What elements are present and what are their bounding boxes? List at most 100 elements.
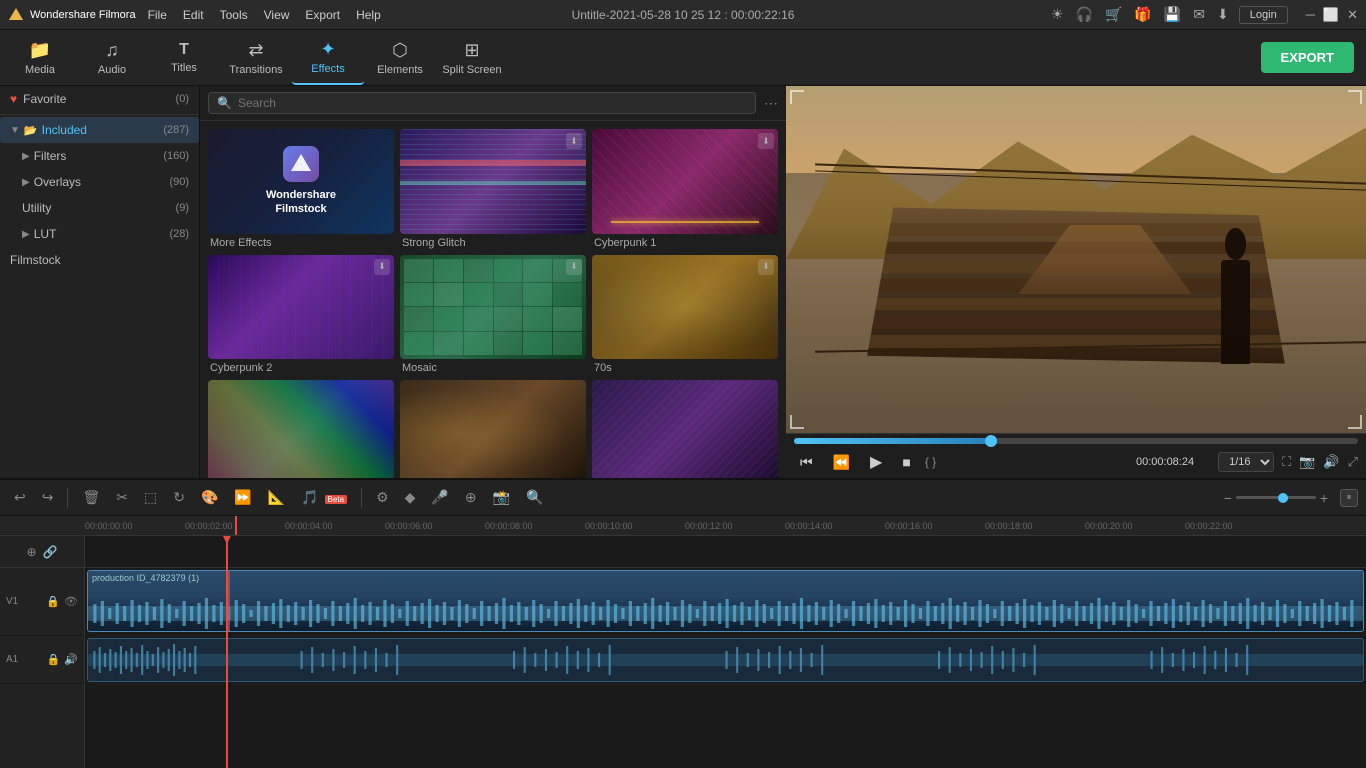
zoom-slider[interactable] bbox=[1236, 496, 1316, 499]
toolbar-elements[interactable]: ⬡ Elements bbox=[364, 31, 436, 85]
panel-overlays[interactable]: ▶ Overlays (90) bbox=[0, 169, 199, 195]
overlays-label: Overlays bbox=[34, 175, 166, 189]
panel-filmstock[interactable]: Filmstock bbox=[0, 247, 199, 273]
screenshot-icon[interactable]: 📷 bbox=[1299, 454, 1315, 470]
speed-button[interactable]: ⏩ bbox=[228, 486, 257, 509]
effect-mosaic[interactable]: ⬇ Mosaic bbox=[400, 255, 586, 375]
preview-progress-bar[interactable] bbox=[794, 438, 1358, 444]
redo-button[interactable]: ↪ bbox=[36, 486, 60, 509]
toolbar-media[interactable]: 📁 Media bbox=[4, 31, 76, 85]
track-label-icons-a1: 🔒 🔊 bbox=[47, 653, 78, 666]
cut-button[interactable]: ✂ bbox=[110, 486, 134, 509]
step-back-button[interactable]: ⏮ bbox=[794, 452, 819, 473]
save-icon[interactable]: 💾 bbox=[1164, 6, 1181, 23]
ruler-mark-3: 00:00:06:00 bbox=[385, 521, 433, 531]
ruler-mark-5: 00:00:10:00 bbox=[585, 521, 633, 531]
effect-thumb-8 bbox=[400, 380, 586, 478]
effect-strong-glitch[interactable]: ⬇ Strong Glitch bbox=[400, 129, 586, 249]
effects-icon: ✦ bbox=[320, 39, 335, 60]
track-label-video1: V1 🔒 👁 bbox=[0, 568, 84, 636]
panel-included[interactable]: ▼ 📂 Included (287) bbox=[0, 117, 199, 143]
lock-icon[interactable]: 🔒 bbox=[46, 595, 60, 608]
audio-lock-icon[interactable]: 🔒 bbox=[47, 653, 61, 666]
effect-7[interactable] bbox=[208, 380, 394, 478]
cart-icon[interactable]: 🛒 bbox=[1105, 6, 1122, 23]
utility-count: (9) bbox=[176, 202, 189, 214]
effect-8[interactable] bbox=[400, 380, 586, 478]
zoom-plus-icon[interactable]: + bbox=[1320, 490, 1328, 506]
toolbar-split-screen[interactable]: ⊞ Split Screen bbox=[436, 31, 508, 85]
keyframe-button[interactable]: ◆ bbox=[399, 486, 422, 509]
play-button[interactable]: ▶ bbox=[864, 450, 888, 474]
snap-icon[interactable]: ⊕ bbox=[26, 545, 36, 559]
minimize-button[interactable]: ─ bbox=[1306, 7, 1315, 22]
ruler-mark-6: 00:00:12:00 bbox=[685, 521, 733, 531]
menu-edit[interactable]: Edit bbox=[183, 8, 204, 22]
maximize-button[interactable]: ⬜ bbox=[1323, 7, 1339, 23]
grid-view-icon[interactable]: ⋯ bbox=[764, 95, 778, 112]
menu-export[interactable]: Export bbox=[305, 8, 340, 22]
crop-button[interactable]: ⬚ bbox=[138, 486, 163, 509]
close-button[interactable]: ✕ bbox=[1347, 7, 1358, 23]
effect-70s[interactable]: ⬇ 70s bbox=[592, 255, 778, 375]
menu-view[interactable]: View bbox=[264, 8, 290, 22]
menu-file[interactable]: File bbox=[148, 8, 167, 22]
search-input[interactable] bbox=[238, 96, 747, 110]
transform-button[interactable]: ↻ bbox=[167, 486, 191, 509]
undo-button[interactable]: ↩ bbox=[8, 486, 32, 509]
resolution-select[interactable]: 1/16 1/8 1/4 Full bbox=[1218, 452, 1274, 472]
toolbar-effects[interactable]: ✦ Effects bbox=[292, 31, 364, 85]
eye-icon[interactable]: 👁 bbox=[64, 595, 78, 608]
playhead[interactable] bbox=[226, 536, 228, 768]
volume-icon[interactable]: 🔊 bbox=[1323, 454, 1339, 470]
headphone-icon[interactable]: 🎧 bbox=[1076, 6, 1093, 23]
toolbar-titles[interactable]: T Titles bbox=[148, 31, 220, 85]
snapshot-button[interactable]: 📸 bbox=[487, 486, 516, 509]
panel-favorite[interactable]: ♥ Favorite (0) bbox=[0, 86, 199, 112]
mic-button[interactable]: 🎤 bbox=[425, 486, 454, 509]
timeline-tracks: ⊕ 🔗 V1 🔒 👁 A1 🔒 🔊 bbox=[0, 536, 1366, 768]
login-button[interactable]: Login bbox=[1239, 6, 1288, 24]
effect-cyberpunk-1[interactable]: ⬇ Cyberpunk 1 bbox=[592, 129, 778, 249]
toolbar-transitions[interactable]: ⇄ Transitions bbox=[220, 31, 292, 85]
delete-button[interactable]: 🗑 bbox=[76, 486, 106, 509]
effect-name-more-effects: More Effects bbox=[208, 237, 394, 249]
link-icon[interactable]: 🔗 bbox=[43, 545, 58, 559]
zoom-minus-icon[interactable]: − bbox=[1224, 490, 1232, 506]
fullscreen-icon[interactable]: ⛶ bbox=[1282, 454, 1291, 470]
brightness-icon[interactable]: ☀ bbox=[1051, 6, 1064, 23]
bracket-start[interactable]: { } bbox=[925, 455, 936, 469]
mute-icon[interactable]: 🔊 bbox=[64, 653, 78, 666]
download-overlay-icon-2: ⬇ bbox=[758, 133, 774, 149]
effect-cyberpunk-2[interactable]: ⬇ Cyberpunk 2 bbox=[208, 255, 394, 375]
toolbar-audio[interactable]: ♫ Audio bbox=[76, 31, 148, 85]
app-logo: Wondershare Filmora bbox=[8, 7, 136, 23]
panel-lut[interactable]: ▶ LUT (28) bbox=[0, 221, 199, 247]
pause-all-button[interactable]: ⏸ bbox=[1340, 489, 1358, 507]
menu-tools[interactable]: Tools bbox=[220, 8, 248, 22]
video-clip[interactable]: production ID_4782379 (1) bbox=[87, 570, 1364, 632]
search-box[interactable]: 🔍 bbox=[208, 92, 756, 114]
export-button[interactable]: EXPORT bbox=[1261, 42, 1354, 73]
stabilize-button[interactable]: 📐 bbox=[262, 486, 291, 509]
effect-more-effects[interactable]: WondershareFilmstock More Effects bbox=[208, 129, 394, 249]
stop-button[interactable]: ■ bbox=[896, 452, 916, 472]
gift-icon[interactable]: 🎁 bbox=[1134, 6, 1151, 23]
color-button[interactable]: 🎨 bbox=[195, 486, 224, 509]
mail-icon[interactable]: ✉ bbox=[1193, 6, 1205, 23]
lut-count: (28) bbox=[169, 228, 189, 240]
mix-button[interactable]: ⊕ bbox=[459, 486, 483, 509]
effect-9[interactable] bbox=[592, 380, 778, 478]
rewind-button[interactable]: ⏪ bbox=[827, 452, 856, 473]
expand-icon[interactable]: ⤢ bbox=[1348, 454, 1358, 470]
panel-utility[interactable]: Utility (9) bbox=[0, 195, 199, 221]
settings-button[interactable]: ⚙ bbox=[370, 486, 395, 509]
download-icon[interactable]: ⬇ bbox=[1217, 6, 1229, 23]
zoom-out-button[interactable]: 🔍 bbox=[520, 486, 549, 509]
download-overlay-icon-3: ⬇ bbox=[374, 259, 390, 275]
panel-filters[interactable]: ▶ Filters (160) bbox=[0, 143, 199, 169]
effects-grid: WondershareFilmstock More Effects ⬇ Stro… bbox=[200, 121, 786, 478]
effect-name-cyberpunk-2: Cyberpunk 2 bbox=[208, 362, 394, 374]
menu-help[interactable]: Help bbox=[356, 8, 381, 22]
audio-button[interactable]: 🎵 Beta bbox=[295, 486, 353, 509]
